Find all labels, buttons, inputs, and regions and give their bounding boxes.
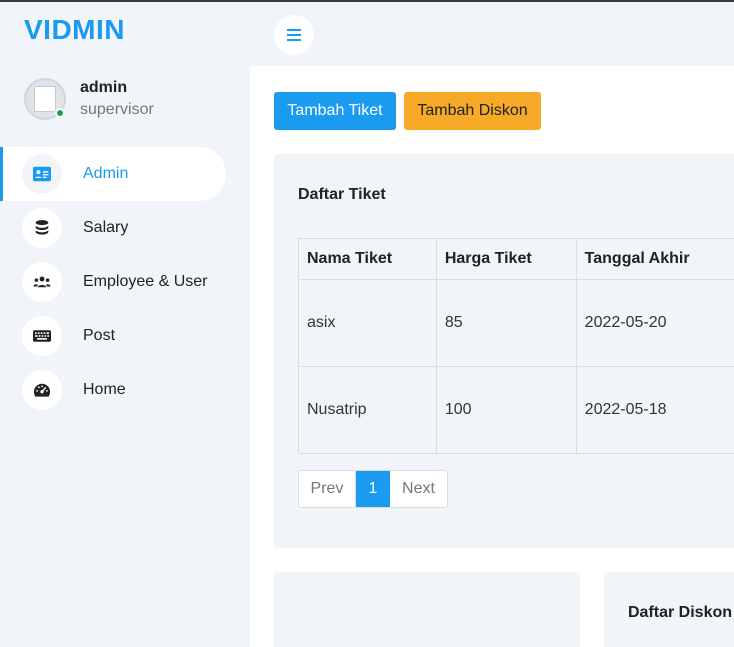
brand-logo[interactable]: VIDMIN	[24, 14, 125, 46]
keyboard-icon	[22, 316, 62, 356]
avatar-image	[34, 86, 56, 112]
table-cell: asix	[298, 279, 437, 367]
sidebar-item-label: Salary	[83, 219, 129, 236]
main-content: Tambah Tiket Tambah Diskon Daftar Tiket …	[250, 66, 734, 647]
discount-list-title: Daftar Diskon	[628, 604, 733, 621]
id-card-icon	[22, 154, 62, 194]
empty-card	[274, 572, 580, 647]
pagination-prev-button[interactable]: Prev	[299, 471, 356, 507]
online-status-indicator	[55, 108, 65, 118]
user-name: admin	[80, 79, 128, 96]
table-cell: Nusatrip	[298, 366, 437, 454]
sidebar-menu: Admin Salary Employee & User Post Home	[0, 147, 250, 417]
dashboard-icon	[22, 370, 62, 410]
sidebar-item-label: Home	[83, 381, 126, 398]
ticket-table: Nama Tiket Harga Tiket Tanggal Akhir asi…	[298, 238, 734, 454]
sidebar-item-label: Post	[83, 327, 116, 344]
pagination-next-button[interactable]: Next	[390, 471, 447, 507]
sidebar-item-salary[interactable]: Salary	[0, 201, 250, 255]
table-cell: 100	[435, 366, 577, 454]
sidebar-item-label: Admin	[83, 165, 129, 182]
discount-list-card: Daftar Diskon	[604, 572, 734, 647]
sidebar-item-post[interactable]: Post	[0, 309, 250, 363]
column-header[interactable]: Harga Tiket	[435, 238, 577, 280]
user-role: supervisor	[80, 101, 154, 118]
pagination: Prev 1 Next	[298, 470, 448, 508]
add-discount-button[interactable]: Tambah Diskon	[404, 92, 541, 130]
user-profile[interactable]: admin supervisor	[24, 78, 154, 120]
sidebar-item-admin[interactable]: Admin	[0, 147, 226, 201]
table-row: asix 85 2022-05-20	[298, 279, 734, 367]
avatar	[24, 78, 66, 120]
menu-toggle-button[interactable]	[274, 15, 314, 55]
sidebar: VIDMIN admin supervisor Admin Salary Emp…	[0, 2, 250, 647]
sidebar-item-label: Employee & User	[83, 273, 208, 290]
table-row: Nusatrip 100 2022-05-18	[298, 366, 734, 454]
pagination-page-current[interactable]: 1	[356, 471, 390, 507]
sidebar-item-employee-user[interactable]: Employee & User	[0, 255, 250, 309]
table-header-row: Nama Tiket Harga Tiket Tanggal Akhir	[298, 238, 734, 280]
coins-icon	[22, 208, 62, 248]
hamburger-icon	[287, 29, 301, 41]
ticket-list-title: Daftar Tiket	[298, 186, 386, 203]
table-cell: 2022-05-18	[575, 366, 734, 454]
sidebar-item-home[interactable]: Home	[0, 363, 250, 417]
ticket-list-card: Daftar Tiket Nama Tiket Harga Tiket Tang…	[274, 154, 734, 548]
users-icon	[22, 262, 62, 302]
add-ticket-button[interactable]: Tambah Tiket	[274, 92, 396, 130]
table-cell: 2022-05-20	[575, 279, 734, 367]
column-header[interactable]: Tanggal Akhir	[575, 238, 734, 280]
table-cell: 85	[435, 279, 577, 367]
column-header[interactable]: Nama Tiket	[298, 238, 437, 280]
